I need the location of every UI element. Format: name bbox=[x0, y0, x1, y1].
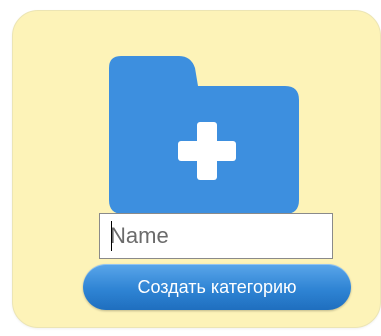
category-name-input[interactable] bbox=[99, 213, 333, 259]
create-category-button[interactable]: Создать категорию bbox=[83, 264, 351, 310]
folder-add-icon[interactable] bbox=[109, 56, 299, 214]
text-caret bbox=[111, 221, 112, 251]
